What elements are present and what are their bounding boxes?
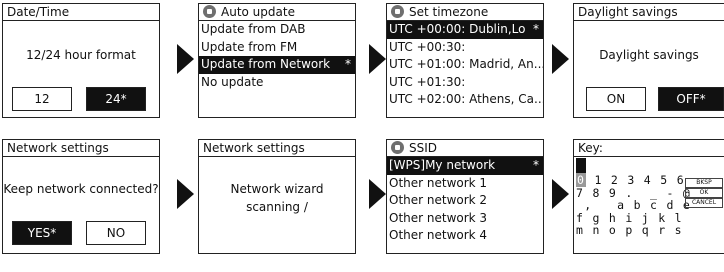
daylight-label: Daylight savings xyxy=(599,48,699,62)
format-12-button[interactable]: 12 xyxy=(12,87,72,111)
selected-star: * xyxy=(345,57,351,71)
home-icon xyxy=(391,141,404,154)
network-keep-screen: Network settings Keep network connected?… xyxy=(2,139,160,254)
daylight-on-button[interactable]: ON xyxy=(586,87,646,111)
ssid-title: SSID xyxy=(387,140,543,157)
key-selected[interactable]: 0 xyxy=(576,173,587,187)
arrow-right-icon xyxy=(369,179,386,209)
daylight-off-button[interactable]: OFF* xyxy=(658,87,724,111)
home-icon xyxy=(203,5,216,18)
list-item[interactable]: UTC +01:00: Madrid, An... xyxy=(387,56,543,74)
auto-update-screen: Auto update Update from DAB Update from … xyxy=(198,3,356,118)
network-settings-title: Network settings xyxy=(199,140,355,157)
selected-star: * xyxy=(533,158,539,172)
list-item[interactable]: Other network 1 xyxy=(387,175,543,193)
datetime-screen: Date/Time 12/24 hour format 12 24* xyxy=(2,3,160,118)
keep-connected-label: Keep network connected? xyxy=(3,182,159,196)
yes-button[interactable]: YES* xyxy=(12,221,72,245)
network-wizard-screen: Network settings Network wizard scanning… xyxy=(198,139,356,254)
arrow-right-icon xyxy=(552,44,569,74)
arrow-right-icon xyxy=(177,179,194,209)
key-entry-screen: Key: 0 1 2 3 4 5 6 7 8 9 . _ - @ , a b c… xyxy=(573,139,724,254)
no-button[interactable]: NO xyxy=(86,221,146,245)
text-cursor xyxy=(576,158,586,173)
timezone-list: UTC +00:00: Dublin,Lo * UTC +00:30: UTC +… xyxy=(387,21,543,109)
home-icon xyxy=(391,5,404,18)
wizard-label: Network wizard xyxy=(230,182,324,196)
key-title: Key: xyxy=(574,140,724,157)
ssid-screen: SSID [WPS]My network * Other network 1 Ot… xyxy=(386,139,544,254)
list-item-selected[interactable]: [WPS]My network * xyxy=(387,157,543,175)
daylight-screen: Daylight savings Daylight savings ON OFF… xyxy=(573,3,724,118)
network-settings-title: Network settings xyxy=(3,140,159,157)
list-item[interactable]: UTC +02:00: Athens, Ca... xyxy=(387,91,543,109)
timezone-title: Set timezone xyxy=(387,4,543,21)
timezone-screen: Set timezone UTC +00:00: Dublin,Lo * UTC … xyxy=(386,3,544,118)
list-item[interactable]: Update from DAB xyxy=(199,21,355,39)
hour-format-label: 12/24 hour format xyxy=(26,48,136,62)
arrow-right-icon xyxy=(177,44,194,74)
list-item[interactable]: UTC +00:30: xyxy=(387,39,543,57)
cancel-key[interactable]: CANCEL xyxy=(685,198,723,208)
ssid-list: [WPS]My network * Other network 1 Other n… xyxy=(387,157,543,245)
on-screen-keyboard[interactable]: 0 1 2 3 4 5 6 7 8 9 . _ - @ , a b c d e … xyxy=(576,173,691,237)
key-row[interactable]: 1 2 3 4 5 6 xyxy=(586,173,685,187)
format-24-button[interactable]: 24* xyxy=(86,87,146,111)
list-item[interactable]: No update xyxy=(199,74,355,92)
ok-key[interactable]: OK xyxy=(685,188,723,198)
list-item[interactable]: Other network 3 xyxy=(387,210,543,228)
arrow-right-icon xyxy=(552,179,569,209)
list-item[interactable]: Other network 4 xyxy=(387,227,543,245)
selected-star: * xyxy=(533,22,539,36)
datetime-title: Date/Time xyxy=(3,4,159,21)
key-row[interactable]: , a b c d e xyxy=(576,199,691,212)
list-item[interactable]: UTC +01:30: xyxy=(387,74,543,92)
backspace-key[interactable]: BKSP xyxy=(685,178,723,188)
list-item-selected[interactable]: Update from Network * xyxy=(199,56,355,74)
auto-update-list: Update from DAB Update from FM Update fr… xyxy=(199,21,355,91)
scanning-label: scanning / xyxy=(246,200,308,214)
key-row[interactable]: m n o p q r s xyxy=(576,224,691,237)
auto-update-title: Auto update xyxy=(199,4,355,21)
arrow-right-icon xyxy=(369,44,386,74)
daylight-title: Daylight savings xyxy=(574,4,724,21)
list-item[interactable]: Update from FM xyxy=(199,39,355,57)
list-item-selected[interactable]: UTC +00:00: Dublin,Lo * xyxy=(387,21,543,39)
list-item[interactable]: Other network 2 xyxy=(387,192,543,210)
